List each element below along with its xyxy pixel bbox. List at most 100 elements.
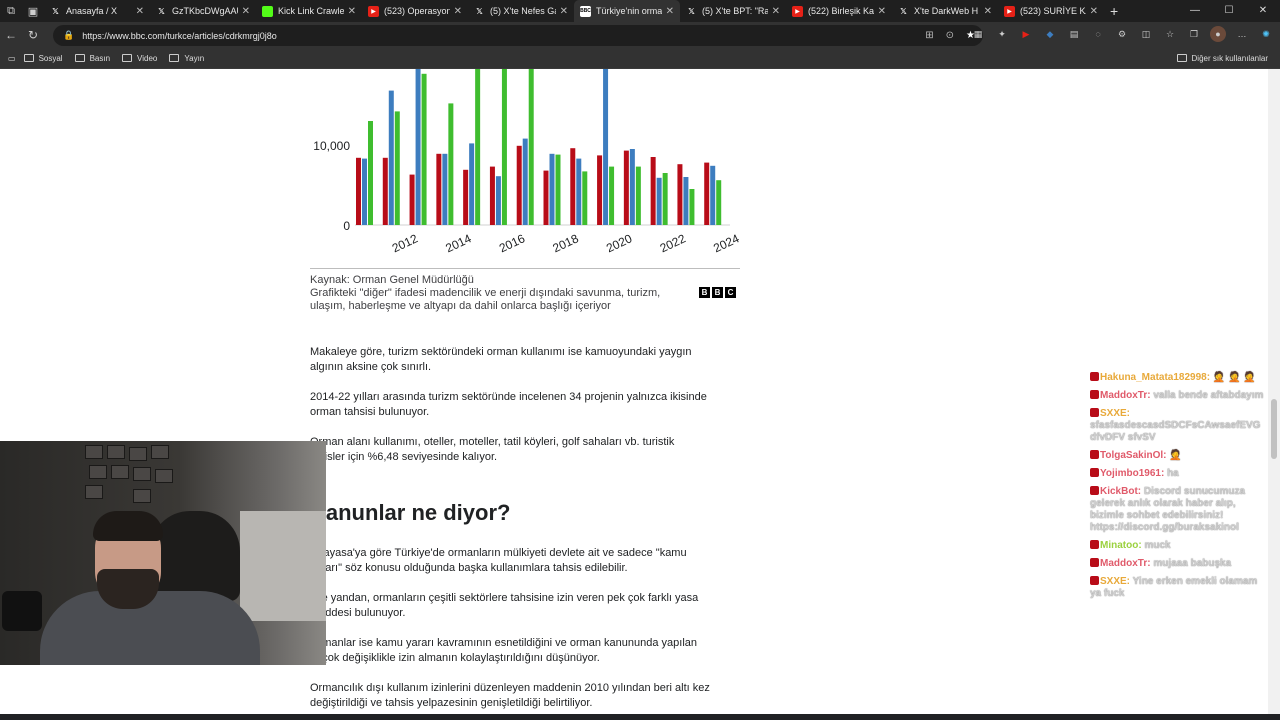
chart-bar [409, 174, 415, 225]
favorites-icon[interactable]: ☆ [1162, 26, 1178, 42]
copilot-icon[interactable]: ✺ [1258, 26, 1274, 42]
tab-actions-icon[interactable]: ▣ [22, 0, 44, 22]
chart-bar [501, 69, 507, 225]
chat-username[interactable]: MaddoxTr: [1100, 390, 1151, 401]
chart-divider [310, 268, 740, 269]
browser-tab[interactable]: ▶ (522) Birleşik Kamu ✕ [786, 0, 892, 22]
close-tab-icon[interactable]: ✕ [560, 6, 568, 17]
browser-tab[interactable]: ▶ (523) SURİYE KAYN ✕ [998, 0, 1104, 22]
chat-username[interactable]: Hakuna_Matata182998: [1100, 372, 1210, 383]
other-bookmarks-folder[interactable]: Diğer sık kullanılanlar [1176, 53, 1268, 63]
x-tick-label: 2022 [658, 231, 688, 255]
x-icon: 𝕏 [476, 6, 483, 16]
paragraph-line: değiştirildiği ve tahsis yelpazesinin ge… [310, 697, 593, 709]
extension-icon[interactable]: ◆ [1042, 26, 1058, 42]
chat-text: sfasfasdescasdSDCFsCAwsaefEVG dfvDFV sfv… [1090, 420, 1261, 443]
url-text: https://www.bbc.com/turkce/articles/cdrk… [82, 30, 277, 41]
wall-pictures [85, 445, 185, 505]
extension-icon[interactable]: ✦ [994, 26, 1010, 42]
minimize-button[interactable]: — [1178, 0, 1212, 22]
browser-tab[interactable]: ▶ (523) Operasyonlar ✕ [362, 0, 468, 22]
chart-bar [609, 166, 615, 225]
bookmark-folder[interactable]: Video [122, 54, 157, 63]
close-tab-icon[interactable]: ✕ [136, 6, 144, 17]
page-scrollbar[interactable] [1268, 69, 1280, 714]
kick-icon [262, 5, 273, 17]
close-tab-icon[interactable]: ✕ [772, 6, 780, 17]
browser-tab[interactable]: 𝕏 (5) X'te BPT: "Rasim ✕ [680, 0, 786, 22]
chart-bar [368, 121, 373, 225]
chat-username[interactable]: Yojimbo1961: [1100, 468, 1164, 479]
close-tab-icon[interactable]: ✕ [242, 6, 250, 17]
browser-tab[interactable]: 𝕏 Anasayfa / X ✕ [44, 0, 150, 22]
chat-username[interactable]: SXXE: [1100, 408, 1130, 419]
extensions: ▦ ✦ ▶ ◆ ▤ ◌ ⚙ ◫ ☆ ❐ ● … ✺ [970, 26, 1274, 42]
reload-button[interactable]: ↻ [22, 28, 44, 42]
bookmark-label: Sosyal [38, 53, 63, 63]
bookmark-folder[interactable]: Yayın [169, 54, 204, 63]
maximize-button[interactable]: ☐ [1212, 0, 1246, 22]
chat-username[interactable]: MaddoxTr: [1100, 558, 1151, 569]
chat-username[interactable]: TolgaSakinOl: [1100, 450, 1167, 461]
chat-message: MaddoxTr: valla bende aftabdayım [1090, 390, 1268, 402]
browser-tab[interactable]: 𝕏 X'te DarkWeb H ✕ [892, 0, 998, 22]
reading-list-icon[interactable]: ▭ [8, 54, 16, 63]
chart-bar [710, 165, 716, 225]
lock-icon: 🔒 [63, 30, 75, 40]
bookmark-folder[interactable]: Basın [74, 54, 110, 63]
chat-username[interactable]: Minatoo: [1100, 540, 1142, 551]
browser-tab[interactable]: BBC Türkiye'nin ormanl ✕ [574, 0, 680, 22]
new-tab-button[interactable]: + [1110, 3, 1118, 19]
chart-bar [570, 148, 576, 225]
extensions-icon[interactable]: ⚙ [1114, 26, 1130, 42]
profile-avatar[interactable]: ● [1210, 26, 1226, 42]
split-screen-icon[interactable]: ⊞ [925, 30, 933, 41]
browser-tab[interactable]: 𝕏 GzTKbcDWgAAUjr ✕ [150, 0, 256, 22]
browser-tab[interactable]: 𝕏 (5) X'te Nefes Gaze ✕ [468, 0, 574, 22]
webcam-overlay [0, 441, 326, 665]
bbc-logo-letter: C [725, 287, 736, 298]
close-tab-icon[interactable]: ✕ [1090, 6, 1098, 17]
x-icon: 𝕏 [900, 6, 907, 16]
article-paragraph: Öte yandan, ormanların çeşitli sektörler… [310, 591, 730, 621]
close-window-button[interactable]: ✕ [1246, 0, 1280, 22]
scrollbar-thumb[interactable] [1271, 399, 1277, 459]
paragraph-line: algının aksine çok sınırlı. [310, 361, 432, 373]
chat-message: Yojimbo1961: ha [1090, 468, 1268, 480]
bookmark-label: Diğer sık kullanılanlar [1191, 53, 1268, 63]
youtube-icon: ▶ [368, 5, 379, 17]
chat-username[interactable]: SXXE: [1100, 576, 1130, 587]
back-button[interactable]: ← [0, 28, 22, 42]
collections-icon[interactable]: ❐ [1186, 26, 1202, 42]
url-field[interactable]: 🔒 https://www.bbc.com/turkce/articles/cd… [53, 25, 983, 46]
chat-username[interactable]: KickBot: [1100, 486, 1141, 497]
streamer-hair [93, 511, 163, 541]
tab-title: X'te DarkWeb H [914, 6, 979, 16]
close-tab-icon[interactable]: ✕ [984, 6, 992, 17]
read-aloud-icon[interactable]: ⊙ [946, 30, 954, 41]
chart-bar [635, 166, 641, 225]
close-tab-icon[interactable]: ✕ [666, 6, 674, 17]
close-tab-icon[interactable]: ✕ [348, 6, 356, 17]
chart-bar [549, 153, 555, 225]
youtube-extension-icon[interactable]: ▶ [1018, 26, 1034, 42]
chart-bar [623, 150, 629, 225]
more-menu-icon[interactable]: … [1234, 26, 1250, 42]
close-tab-icon[interactable]: ✕ [454, 6, 462, 17]
chart-source: Kaynak: Orman Genel Müdürlüğü Grafikteki… [310, 274, 690, 313]
chart-bar [442, 153, 448, 225]
chat-message: KickBot: Discord sunucumuza gelerek anlı… [1090, 486, 1268, 534]
extension-icon[interactable]: ▤ [1066, 26, 1082, 42]
bookmark-folder[interactable]: Sosyal [23, 53, 63, 63]
chart-bar [394, 111, 400, 225]
gaming-chair [150, 511, 240, 601]
split-icon[interactable]: ◫ [1138, 26, 1154, 42]
browser-tab[interactable]: Kick Link Crawler ✕ [256, 0, 362, 22]
extension-icon[interactable]: ◌ [1090, 26, 1106, 42]
chat-badge-icon [1090, 558, 1099, 567]
workspaces-icon[interactable]: ⧉ [0, 0, 22, 22]
chart-bar [597, 155, 603, 225]
chart-bar [436, 153, 442, 225]
extension-icon[interactable]: ▦ [970, 26, 986, 42]
close-tab-icon[interactable]: ✕ [878, 6, 886, 17]
